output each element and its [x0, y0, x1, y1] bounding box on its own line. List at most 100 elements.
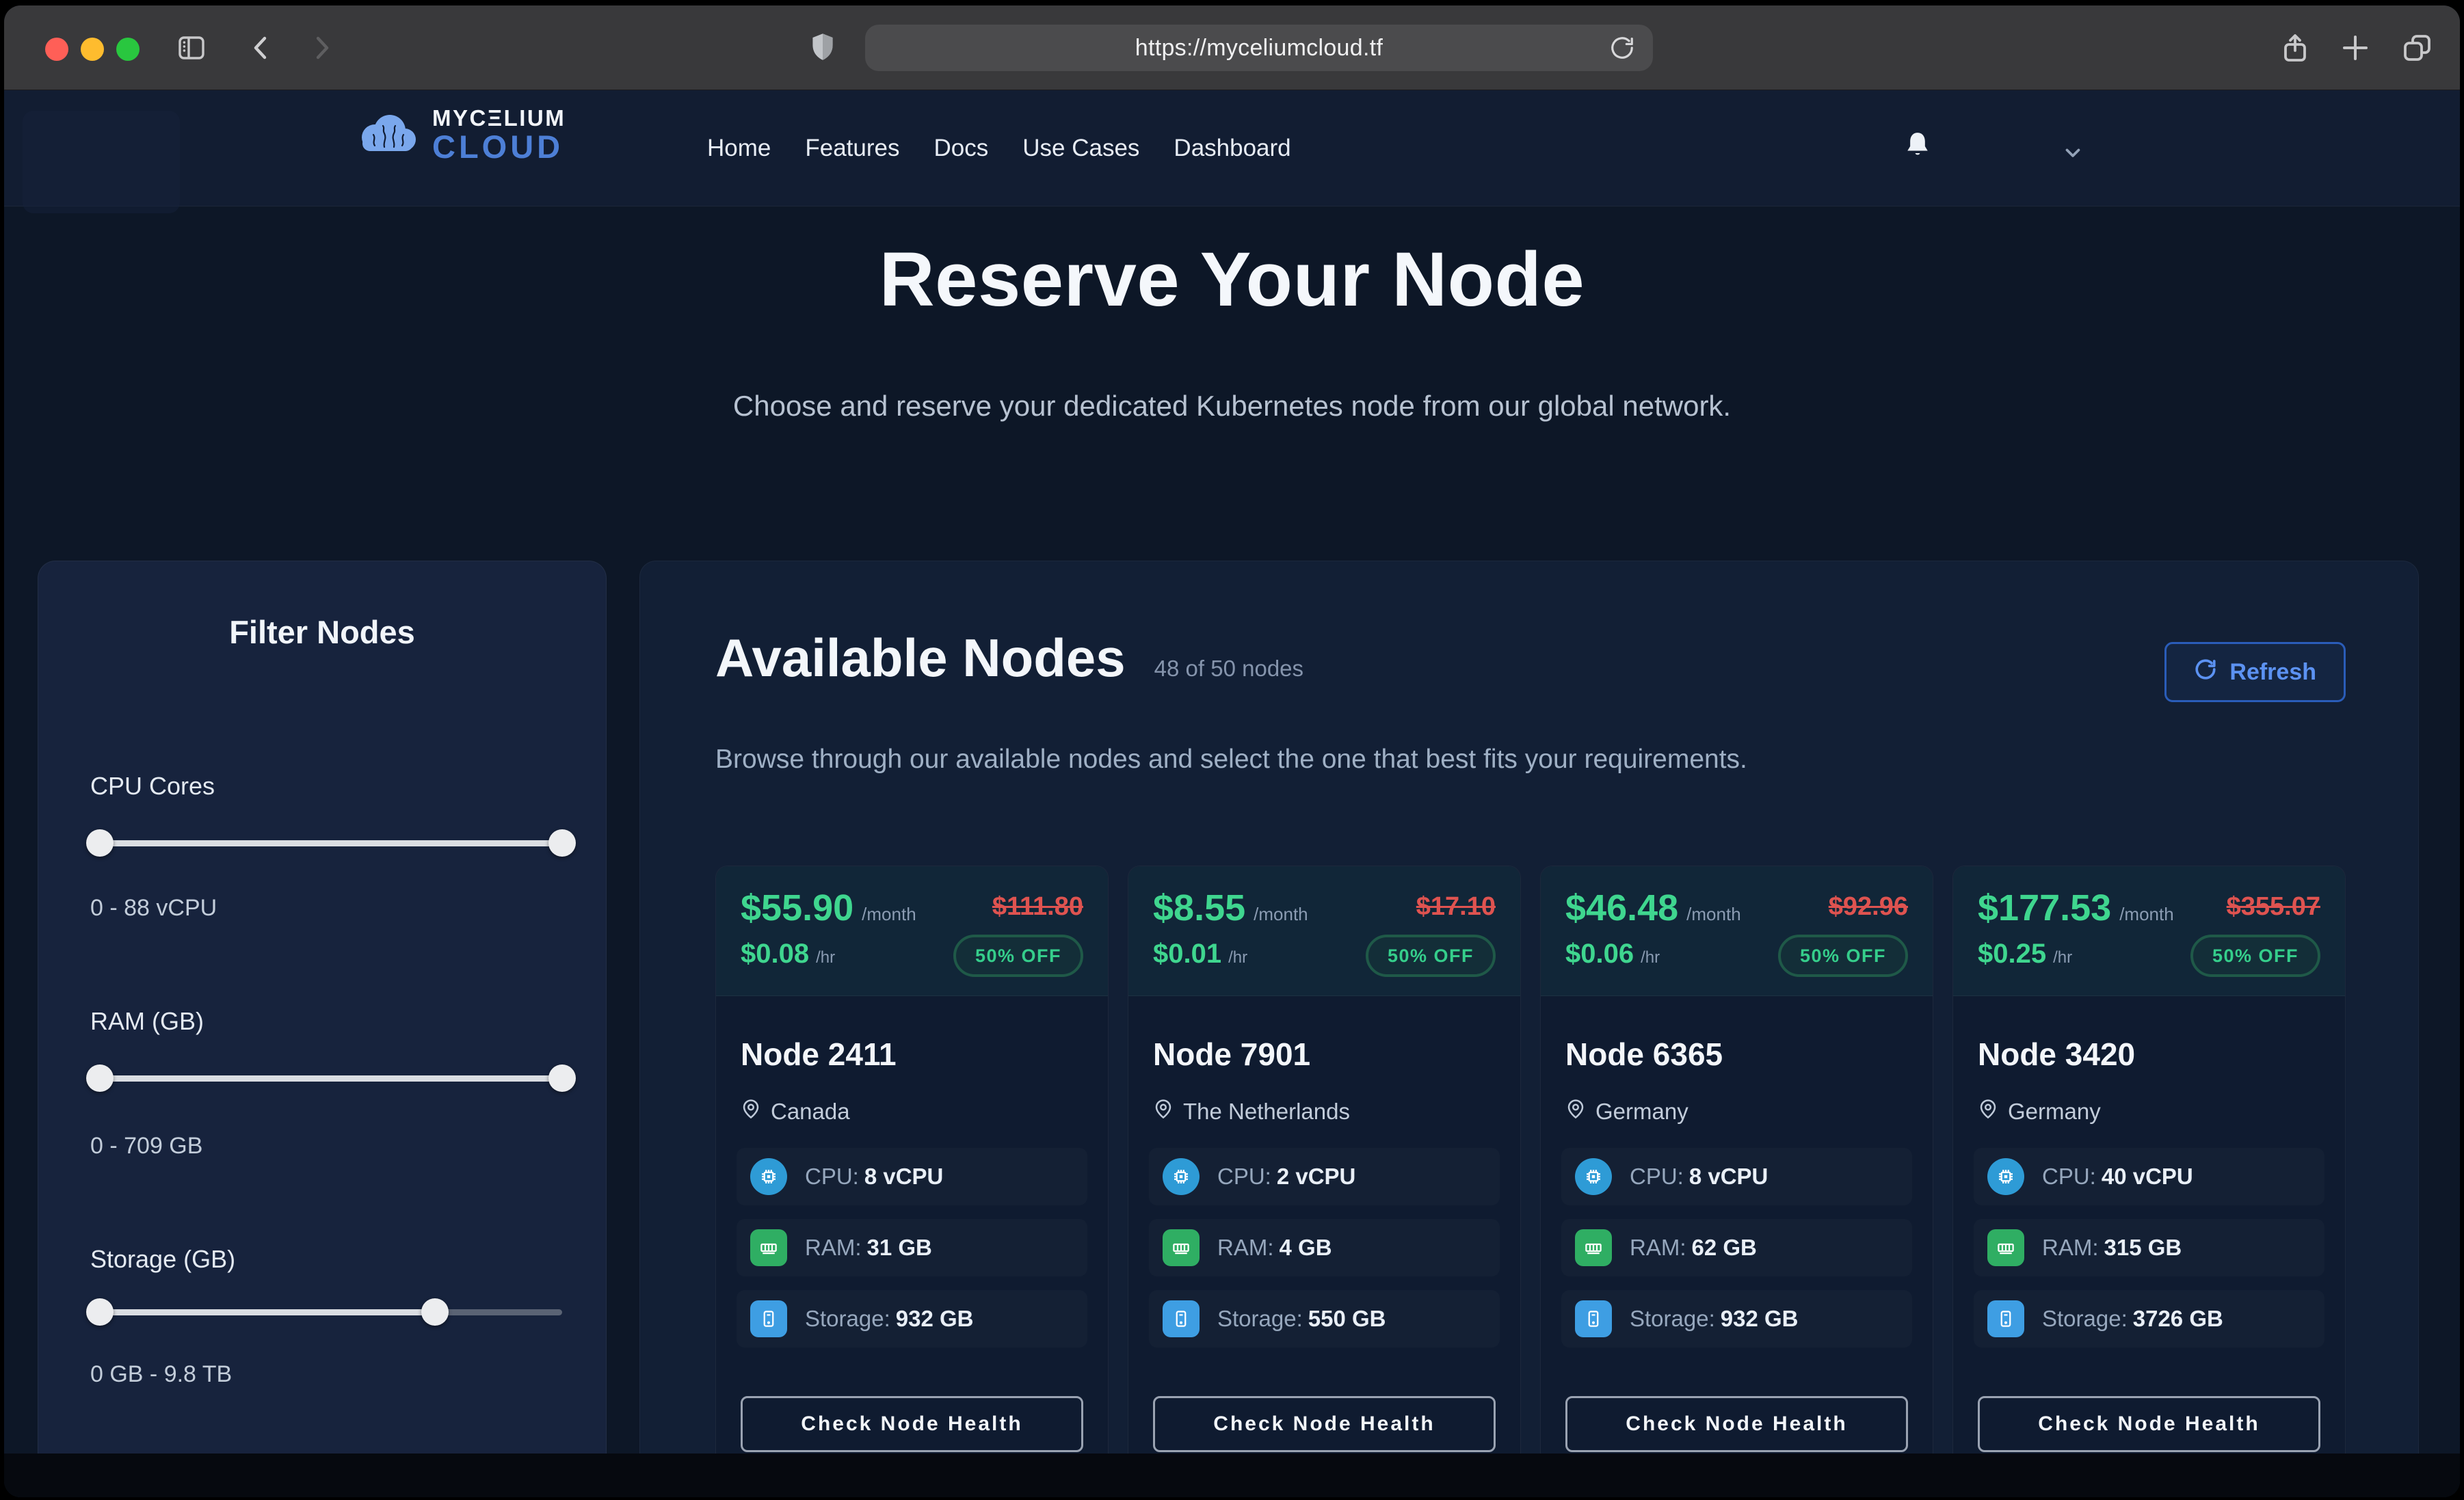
storage-value: 932 GB: [896, 1306, 974, 1331]
refresh-button[interactable]: Refresh: [2164, 642, 2346, 702]
cpu-range-slider[interactable]: [90, 829, 562, 857]
storage-range-slider[interactable]: [90, 1298, 562, 1326]
check-node-health-button[interactable]: Check Node Health: [1978, 1396, 2320, 1452]
monthly-price: $55.90: [741, 887, 853, 929]
node-location: Canada: [741, 1099, 850, 1125]
ram-value: 31 GB: [867, 1235, 932, 1260]
card-pricing: $8.55 /month $17.10 $0.01/hr 50% OFF: [1128, 866, 1520, 996]
filter-panel: Filter Nodes CPU Cores 0 - 88 vCPU RAM (…: [38, 561, 607, 1497]
reload-icon[interactable]: [1609, 35, 1635, 64]
slider-fill: [90, 1075, 562, 1082]
per-month-label: /month: [2119, 904, 2174, 925]
shield-icon[interactable]: [806, 30, 840, 64]
location-label: Germany: [1595, 1099, 1688, 1125]
storage-spec-row: Storage:550 GB: [1149, 1290, 1500, 1348]
new-tab-icon[interactable]: [2339, 31, 2372, 64]
storage-value: 3726 GB: [2133, 1306, 2223, 1331]
hourly-price: $0.25: [1978, 939, 2046, 969]
storage-slider-handle-max[interactable]: [421, 1298, 449, 1326]
storage-filter-label: Storage (GB): [90, 1245, 235, 1274]
card-pricing: $177.53 /month $355.07 $0.25/hr 50% OFF: [1953, 866, 2345, 996]
close-icon[interactable]: [45, 38, 68, 61]
zoom-icon[interactable]: [116, 38, 140, 61]
node-location: Germany: [1978, 1099, 2101, 1125]
per-month-label: /month: [1254, 904, 1308, 925]
storage-filter-range: 0 GB - 9.8 TB: [90, 1361, 232, 1388]
ram-slider-handle-min[interactable]: [86, 1064, 114, 1092]
cpu-value: 8 vCPU: [1689, 1164, 1768, 1189]
location-pin-icon: [1153, 1099, 1174, 1125]
location-label: Canada: [771, 1099, 850, 1125]
page-content: MYCΞLIUM CLOUD Home Features Docs Use Ca…: [4, 90, 2460, 1497]
node-location: Germany: [1565, 1099, 1688, 1125]
check-node-health-button[interactable]: Check Node Health: [1565, 1396, 1908, 1452]
minimize-icon[interactable]: [81, 38, 104, 61]
node-count: 48 of 50 nodes: [1154, 656, 1303, 682]
brand-cloud-icon: [354, 110, 420, 160]
panel-header: Available Nodes 48 of 50 nodes: [715, 627, 1303, 689]
cpu-label: CPU:: [1630, 1164, 1684, 1189]
node-name: Node 3420: [1978, 1036, 2135, 1073]
discount-badge: 50% OFF: [2190, 935, 2320, 977]
storage-label: Storage:: [1630, 1306, 1715, 1331]
ram-icon: [1575, 1229, 1612, 1266]
check-node-health-button[interactable]: Check Node Health: [741, 1396, 1083, 1452]
card-pricing: $55.90 /month $111.80 $0.08/hr 50% OFF: [716, 866, 1108, 996]
cpu-slider-handle-max[interactable]: [548, 829, 576, 857]
address-bar[interactable]: https://myceliumcloud.tf: [865, 25, 1653, 71]
nav-links: Home Features Docs Use Cases Dashboard: [707, 90, 1291, 206]
original-price: $355.07: [2227, 892, 2320, 922]
ram-value: 62 GB: [1692, 1235, 1757, 1260]
filter-title: Filter Nodes: [38, 613, 606, 651]
cpu-label: CPU:: [805, 1164, 859, 1189]
ram-slider-handle-max[interactable]: [548, 1064, 576, 1092]
per-month-label: /month: [862, 904, 916, 925]
ram-filter-range: 0 - 709 GB: [90, 1133, 202, 1160]
storage-value: 550 GB: [1308, 1306, 1386, 1331]
node-cards-grid: $55.90 /month $111.80 $0.08/hr 50% OFF N…: [715, 866, 2346, 1467]
cpu-label: CPU:: [2042, 1164, 2096, 1189]
cpu-spec-row: CPU:2 vCPU: [1149, 1148, 1500, 1205]
ram-range-slider[interactable]: [90, 1064, 562, 1092]
node-name: Node 6365: [1565, 1036, 1723, 1073]
brand-name-top: MYCΞLIUM: [432, 107, 566, 129]
ram-label: RAM:: [1217, 1235, 1274, 1260]
tabs-icon[interactable]: [2400, 31, 2433, 64]
cpu-slider-handle-min[interactable]: [86, 829, 114, 857]
page-subtitle: Choose and reserve your dedicated Kubern…: [4, 390, 2460, 423]
slider-fill: [90, 840, 562, 846]
location-label: The Netherlands: [1183, 1099, 1350, 1125]
storage-slider-handle-min[interactable]: [86, 1298, 114, 1326]
nav-link[interactable]: Use Cases: [1022, 135, 1139, 162]
storage-spec-row: Storage:932 GB: [737, 1290, 1087, 1348]
back-icon[interactable]: [245, 31, 278, 64]
ram-icon: [1987, 1229, 2024, 1266]
nav-link[interactable]: Docs: [934, 135, 989, 162]
site-navbar: MYCΞLIUM CLOUD Home Features Docs Use Ca…: [4, 90, 2460, 206]
ram-spec-row: RAM:31 GB: [737, 1219, 1087, 1276]
hourly-price: $0.01: [1153, 939, 1221, 969]
storage-label: Storage:: [1217, 1306, 1303, 1331]
nav-link[interactable]: Dashboard: [1174, 135, 1290, 162]
node-card: $55.90 /month $111.80 $0.08/hr 50% OFF N…: [715, 866, 1109, 1467]
brand-logo[interactable]: MYCΞLIUM CLOUD: [354, 107, 566, 163]
window-bottom-band: [4, 1454, 2460, 1497]
nav-link[interactable]: Home: [707, 135, 771, 162]
cpu-spec-row: CPU:8 vCPU: [737, 1148, 1087, 1205]
location-label: Germany: [2008, 1099, 2101, 1125]
bell-icon[interactable]: [1900, 129, 1935, 168]
panel-subtitle: Browse through our available nodes and s…: [715, 745, 1747, 775]
check-node-health-button[interactable]: Check Node Health: [1153, 1396, 1496, 1452]
chevron-down-icon[interactable]: [2061, 141, 2084, 168]
browser-toolbar: https://myceliumcloud.tf: [4, 5, 2460, 90]
share-icon[interactable]: [2279, 31, 2311, 64]
sidebar-icon[interactable]: [175, 31, 208, 64]
monthly-price: $46.48: [1565, 887, 1678, 929]
brand-name-bottom: CLOUD: [432, 131, 566, 163]
storage-icon: [750, 1300, 787, 1337]
ram-value: 4 GB: [1280, 1235, 1332, 1260]
forward-icon[interactable]: [305, 31, 338, 64]
nav-link[interactable]: Features: [805, 135, 899, 162]
cpu-value: 2 vCPU: [1277, 1164, 1356, 1189]
per-hour-label: /hr: [816, 948, 835, 967]
